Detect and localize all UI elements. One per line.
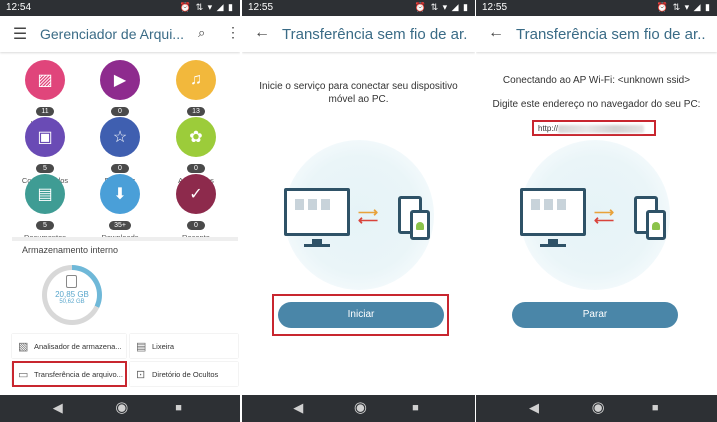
- search-icon[interactable]: ⌕: [198, 25, 205, 41]
- home-nav-icon[interactable]: ◉: [592, 398, 605, 416]
- download-icon: ⬇: [100, 174, 140, 214]
- highlight-transfer: [12, 361, 127, 387]
- home-nav-icon[interactable]: ◉: [354, 398, 367, 416]
- category-count: 0: [187, 164, 205, 173]
- status-time: 12:55: [248, 2, 274, 13]
- android-icon: [652, 222, 660, 230]
- status-bar: 12:55 ⏰ ⇅ ▾ ◢ ▮: [242, 0, 475, 16]
- trash-label: Lixeira: [152, 342, 175, 351]
- category-count: 11: [36, 107, 54, 116]
- status-time: 12:54: [6, 2, 32, 13]
- page-title: Transferência sem fio de ar...: [282, 26, 467, 43]
- transfer-illustration: ⟶ ⟵: [520, 140, 670, 290]
- app-bar: ← Transferência sem fio de ar...: [242, 16, 475, 52]
- music-icon: ♫: [176, 60, 216, 100]
- status-icons: ⏰ ⇅ ▾ ◢ ▮: [656, 2, 711, 12]
- storage-total: 50,62 GB: [59, 299, 85, 305]
- category-download[interactable]: ⬇35+Downloads: [90, 174, 150, 242]
- url-prefix: http://: [538, 124, 559, 133]
- wireless-transfer-start-screen: 12:55 ⏰ ⇅ ▾ ◢ ▮ ← Transferência sem fio …: [242, 0, 475, 422]
- lock-icon: ⊡: [136, 369, 146, 381]
- category-count: 0: [187, 221, 205, 230]
- status-icons: ⏰ ⇅ ▾ ◢ ▮: [179, 2, 234, 12]
- android-icon: ✿: [176, 117, 216, 157]
- back-arrow-icon[interactable]: ←: [252, 24, 272, 42]
- star-icon: ☆: [100, 117, 140, 157]
- transfer-arrows-icon: ⟶ ⟵: [358, 204, 379, 228]
- archive-icon: ▣: [25, 117, 65, 157]
- hidden-directory-button[interactable]: ⊡ Diretório de Ocultos: [130, 362, 238, 386]
- transfer-illustration: ⟶ ⟵: [284, 140, 434, 290]
- app-bar: ← Transferência sem fio de ar...: [476, 16, 717, 52]
- category-count: 0: [111, 107, 129, 116]
- highlight-start: [272, 294, 449, 336]
- pc-monitor-icon: [284, 188, 350, 236]
- navigation-bar: ◀ ◉ ■: [0, 395, 240, 422]
- category-clock-check[interactable]: ✓0Recente: [166, 174, 226, 242]
- status-bar: 12:55 ⏰ ⇅ ▾ ◢ ▮: [476, 0, 717, 16]
- sd-card-icon: [66, 275, 77, 288]
- video-icon: ▶: [100, 60, 140, 100]
- address-prompt: Digite este endereço no navegador do seu…: [492, 99, 701, 110]
- category-count: 5: [36, 164, 54, 173]
- document-icon: ▤: [25, 174, 65, 214]
- category-count: 13: [187, 107, 205, 116]
- storage-analyzer-button[interactable]: ▧ Analisador de armazena...: [12, 334, 126, 358]
- navigation-bar: ◀ ◉ ■: [476, 395, 717, 422]
- blurred-ip: [558, 124, 645, 133]
- clock-check-icon: ✓: [176, 174, 216, 214]
- category-count: 35+: [109, 221, 131, 230]
- stop-button[interactable]: Parar: [512, 302, 678, 328]
- category-count: 0: [111, 164, 129, 173]
- back-nav-icon[interactable]: ◀: [53, 400, 63, 416]
- transfer-arrows-icon: ⟶ ⟵: [594, 204, 615, 228]
- tablet-icon: [646, 210, 666, 240]
- navigation-bar: ◀ ◉ ■: [242, 395, 475, 422]
- storage-analyzer-label: Analisador de armazena...: [34, 342, 122, 351]
- storage-title: Armazenamento interno: [22, 245, 119, 255]
- hidden-directory-label: Diretório de Ocultos: [152, 370, 219, 379]
- tablet-icon: [410, 210, 430, 240]
- status-bar: 12:54 ⏰ ⇅ ▾ ◢ ▮: [0, 0, 240, 16]
- recents-nav-icon[interactable]: ■: [652, 402, 659, 414]
- start-instruction: Inicie o serviço para conectar seu dispo…: [259, 81, 458, 105]
- pc-monitor-icon: [520, 188, 586, 236]
- category-count: 5: [36, 221, 54, 230]
- analyzer-icon: ▧: [18, 341, 29, 353]
- categories-grid: ▨11Imagens▶0Vídeos♫13Música▣5Compactados…: [12, 55, 238, 242]
- image-icon: ▨: [25, 60, 65, 100]
- back-arrow-icon[interactable]: ←: [486, 24, 506, 42]
- menu-icon[interactable]: ☰: [10, 24, 30, 44]
- connection-status: Conectando ao AP Wi-Fi: <unknown ssid>: [502, 75, 691, 86]
- home-nav-icon[interactable]: ◉: [115, 398, 128, 416]
- internal-storage-card[interactable]: Armazenamento interno 20,85 GB 50,62 GB: [12, 237, 238, 329]
- file-manager-screen: 12:54 ⏰ ⇅ ▾ ◢ ▮ ☰ Gerenciador de Arqui..…: [0, 0, 240, 422]
- back-nav-icon[interactable]: ◀: [529, 400, 539, 416]
- status-time: 12:55: [482, 2, 508, 13]
- android-icon: [416, 222, 424, 230]
- server-address: http://: [532, 120, 656, 136]
- trash-button[interactable]: ▤ Lixeira: [130, 334, 238, 358]
- back-nav-icon[interactable]: ◀: [293, 400, 303, 416]
- storage-usage-ring: 20,85 GB 50,62 GB: [42, 265, 102, 325]
- trash-icon: ▤: [136, 341, 147, 353]
- status-icons: ⏰ ⇅ ▾ ◢ ▮: [414, 2, 469, 12]
- category-document[interactable]: ▤5Documentos: [15, 174, 75, 242]
- more-options-icon[interactable]: ⋮: [226, 24, 240, 41]
- storage-used: 20,85 GB: [55, 290, 89, 299]
- recents-nav-icon[interactable]: ■: [412, 402, 419, 414]
- page-title: Gerenciador de Arqui...: [40, 26, 184, 42]
- wireless-transfer-running-screen: 12:55 ⏰ ⇅ ▾ ◢ ▮ ← Transferência sem fio …: [476, 0, 717, 422]
- recents-nav-icon[interactable]: ■: [175, 402, 182, 414]
- app-bar: ☰ Gerenciador de Arqui... ⌕ ⋮: [0, 16, 240, 52]
- page-title: Transferência sem fio de ar...: [516, 26, 706, 43]
